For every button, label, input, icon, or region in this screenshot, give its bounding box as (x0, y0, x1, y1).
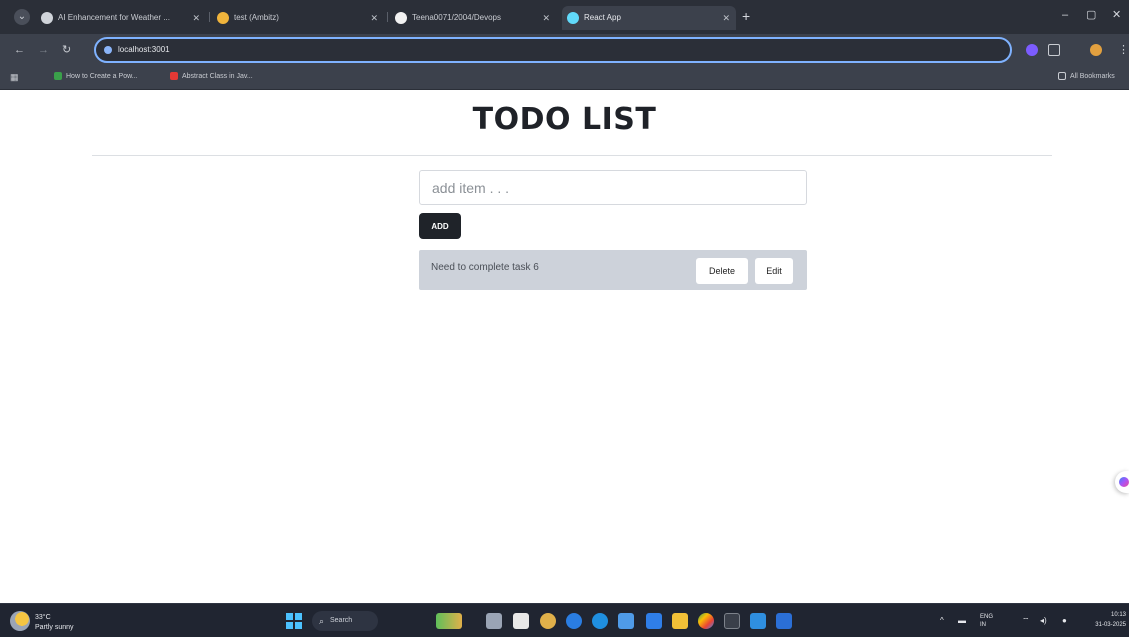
site-info-icon[interactable] (104, 46, 112, 54)
app-icon[interactable] (592, 613, 608, 629)
close-icon[interactable]: ✕ (370, 6, 378, 30)
language-indicator[interactable]: ENG IN (980, 613, 993, 629)
react-icon (567, 12, 579, 24)
browser-tab-bar: ⌄ AI Enhancement for Weather ... ✕ test … (0, 0, 1129, 34)
terminal-icon[interactable] (724, 613, 740, 629)
close-window-button[interactable]: ✕ (1112, 7, 1121, 23)
store-icon[interactable] (618, 613, 634, 629)
tab-title: Teena0071/2004/Devops (412, 13, 501, 22)
forward-arrow-icon[interactable]: → (38, 42, 49, 58)
weather-temp: 33°C (35, 614, 51, 621)
taskbar-search[interactable]: ⌕ Search (312, 611, 378, 631)
bookmark-favicon-icon (170, 72, 178, 81)
bookmark-label: How to Create a Pow... (66, 73, 138, 80)
tab-title: test (Ambitz) (234, 13, 279, 22)
bookmark-item[interactable]: Abstract Class in Jav... (170, 66, 253, 88)
edge-icon[interactable] (566, 613, 582, 629)
photos-icon[interactable] (540, 613, 556, 629)
page-title: TODO LIST (472, 102, 657, 137)
delete-button[interactable]: Delete (696, 258, 748, 284)
chevron-up-icon[interactable]: ^ (940, 613, 944, 629)
new-tab-button[interactable]: + (742, 8, 750, 24)
menu-kebab-icon[interactable]: ⋮ (1118, 42, 1129, 58)
tab-separator (387, 12, 388, 22)
clock-time: 10:13 (1110, 612, 1126, 618)
extensions-puzzle-icon[interactable] (1048, 44, 1060, 56)
copilot-button[interactable] (1115, 471, 1129, 493)
folder-icon (1058, 72, 1066, 81)
tab-github[interactable]: Teena0071/2004/Devops ✕ (390, 6, 556, 30)
maximize-button[interactable]: ▢ (1086, 7, 1096, 23)
globe-icon (41, 12, 53, 24)
todo-item-text: Need to complete task 6 (431, 262, 539, 273)
windows-start-icon[interactable] (286, 613, 302, 629)
divider (92, 155, 1052, 156)
add-item-input[interactable] (419, 170, 807, 205)
tab-search-icon[interactable]: ⌄ (14, 9, 30, 25)
copilot-icon (1119, 477, 1129, 487)
tab-weather[interactable]: AI Enhancement for Weather ... ✕ (36, 6, 206, 30)
chrome-icon[interactable] (698, 613, 714, 629)
taskbar: 33°C Partly sunny ⌕ Search ^ ▬ ENG IN ⌔ ◂)… (0, 603, 1129, 637)
clock-date: 31-03-2025 (1095, 622, 1126, 628)
bookmark-favicon-icon (54, 72, 62, 81)
close-icon[interactable]: ✕ (542, 6, 550, 30)
search-label: Search (330, 617, 353, 624)
weather-desc: Partly sunny (35, 624, 74, 631)
widgets-icon[interactable] (436, 613, 462, 629)
tab-react-app[interactable]: React App ✕ (562, 6, 736, 30)
notification-icon[interactable]: ● (1062, 613, 1067, 629)
apps-grid-icon[interactable]: ▦ (10, 66, 19, 88)
weather-icon (10, 611, 30, 631)
word-icon[interactable] (776, 613, 792, 629)
tab-title: React App (584, 13, 621, 22)
search-icon: ⌕ (319, 616, 325, 626)
address-url[interactable]: localhost:3001 (118, 39, 170, 61)
file-explorer-icon[interactable] (513, 613, 529, 629)
address-bar[interactable]: localhost:3001 (94, 37, 1012, 63)
tab-test[interactable]: test (Ambitz) ✕ (212, 6, 384, 30)
browser-toolbar: ← → ↻ localhost:3001 ⋮ (0, 34, 1129, 66)
bookmark-item[interactable]: How to Create a Pow... (54, 66, 138, 88)
folder-icon[interactable] (672, 613, 688, 629)
reload-icon[interactable]: ↻ (62, 42, 71, 58)
github-icon (395, 12, 407, 24)
lang-line1: ENG (980, 614, 994, 620)
add-button[interactable]: ADD (419, 213, 461, 239)
todo-app-icon[interactable] (646, 613, 662, 629)
vscode-icon[interactable] (750, 613, 766, 629)
site-favicon-icon (217, 12, 229, 24)
all-bookmarks[interactable]: All Bookmarks (1058, 66, 1115, 88)
profile-avatar-icon[interactable] (1090, 44, 1102, 56)
weather-text: 33°C Partly sunny (35, 613, 74, 633)
all-bookmarks-label: All Bookmarks (1070, 73, 1115, 80)
tab-title: AI Enhancement for Weather ... (58, 13, 170, 22)
bookmarks-bar: ▦ How to Create a Pow... Abstract Class … (0, 66, 1129, 90)
task-view-icon[interactable] (486, 613, 502, 629)
extension-icon[interactable] (1026, 44, 1038, 56)
close-icon[interactable]: ✕ (192, 6, 200, 30)
lang-line2: IN (980, 622, 986, 628)
wifi-icon[interactable]: ⌔ (1022, 613, 1030, 629)
edit-button[interactable]: Edit (755, 258, 793, 284)
back-arrow-icon[interactable]: ← (14, 42, 25, 58)
bookmark-label: Abstract Class in Jav... (182, 73, 253, 80)
volume-icon[interactable]: ◂) (1040, 613, 1047, 629)
tab-separator (209, 12, 210, 22)
todo-item: Need to complete task 6 Delete Edit (419, 250, 807, 290)
close-icon[interactable]: ✕ (722, 6, 730, 30)
clock[interactable]: 10:13 31-03-2025 (1092, 610, 1126, 630)
minimize-button[interactable]: – (1062, 7, 1068, 23)
battery-icon[interactable]: ▬ (958, 613, 966, 629)
